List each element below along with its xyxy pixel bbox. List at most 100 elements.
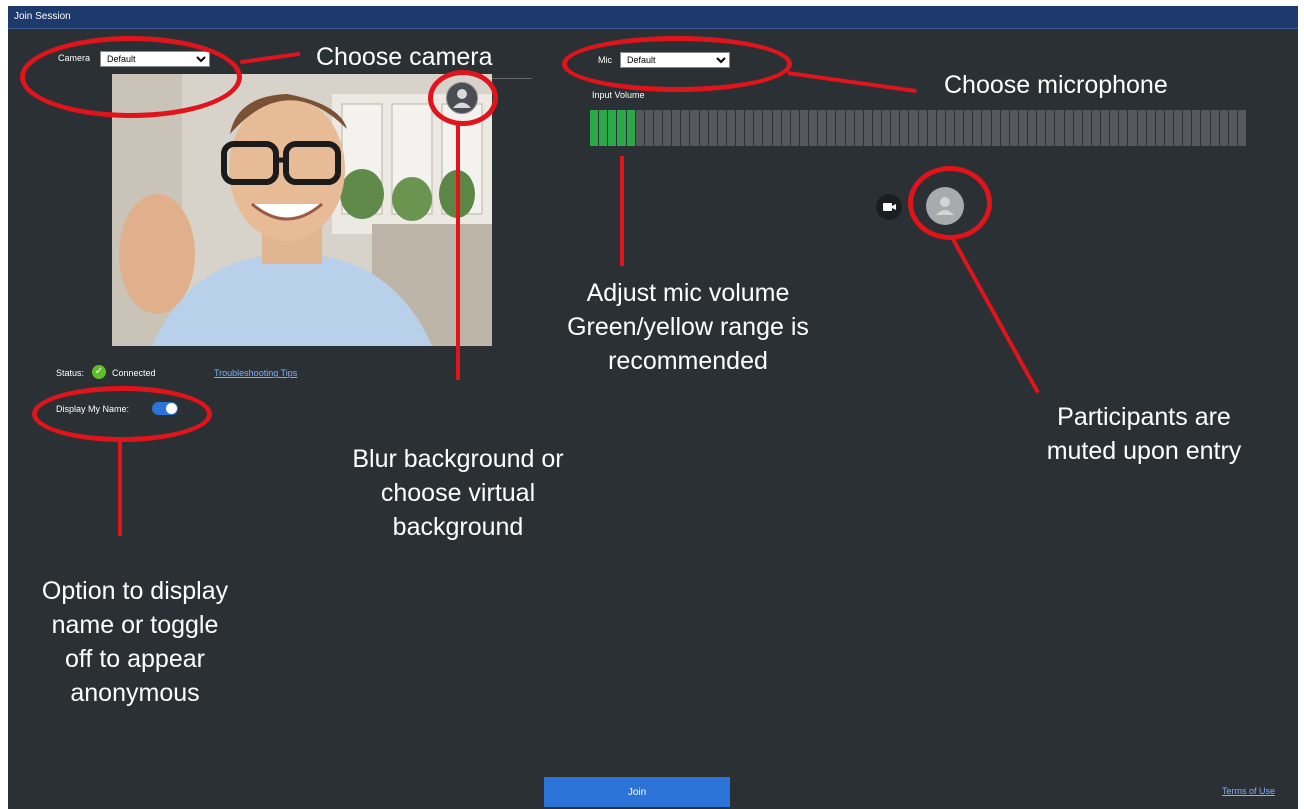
volume-meter-segment <box>1091 110 1100 146</box>
annotation-muted: Participants are muted upon entry <box>1014 400 1274 468</box>
volume-meter-segment <box>1101 110 1110 146</box>
video-camera-icon <box>883 203 896 211</box>
volume-meter-segment <box>663 110 672 146</box>
volume-meter-segment <box>1137 110 1146 146</box>
annotation-display-option-line2: name or toggle <box>51 611 219 639</box>
join-session-window: Join Session Camera Default Status: ✓ Co… <box>8 6 1298 809</box>
annotation-mic-volume-line2: Green/yellow range is <box>567 313 809 341</box>
volume-meter-segment <box>1155 110 1164 146</box>
volume-meter-segment <box>827 110 836 146</box>
annotation-line-camera <box>240 51 300 65</box>
volume-meter-segment <box>991 110 1000 146</box>
volume-meter-segment <box>909 110 918 146</box>
volume-meter-segment <box>653 110 662 146</box>
camera-off-button[interactable] <box>876 194 902 220</box>
volume-meter-segment <box>818 110 827 146</box>
volume-meter-segment <box>1082 110 1091 146</box>
volume-meter-segment <box>1064 110 1073 146</box>
volume-meter-segment <box>872 110 881 146</box>
troubleshooting-tips-link[interactable]: Troubleshooting Tips <box>214 368 297 378</box>
volume-meter-segment <box>1018 110 1027 146</box>
annotation-muted-line2: muted upon entry <box>1046 437 1242 465</box>
annotation-display-option: Option to display name or toggle off to … <box>10 574 260 710</box>
volume-meter-segment <box>863 110 872 146</box>
annotation-line-mic <box>787 71 917 94</box>
volume-meter-segment <box>781 110 790 146</box>
volume-meter-segment <box>836 110 845 146</box>
volume-meter-segment <box>617 110 626 146</box>
volume-meter-segment <box>590 110 599 146</box>
volume-meter-segment <box>754 110 763 146</box>
volume-meter-segment <box>772 110 781 146</box>
volume-meter-segment <box>644 110 653 146</box>
input-volume-meter <box>590 110 1246 146</box>
annotation-blur: Blur background or choose virtual backgr… <box>308 442 608 544</box>
annotation-line-volume <box>620 156 624 266</box>
join-button[interactable]: Join <box>544 777 730 807</box>
volume-meter-segment <box>1028 110 1037 146</box>
annotation-mic-volume: Adjust mic volume Green/yellow range is … <box>538 276 838 378</box>
volume-meter-segment <box>708 110 717 146</box>
volume-meter-segment <box>763 110 772 146</box>
volume-meter-segment <box>982 110 991 146</box>
annotation-blur-line3: background <box>392 513 524 541</box>
status-value: Connected <box>112 368 156 378</box>
volume-meter-segment <box>790 110 799 146</box>
volume-meter-segment <box>1128 110 1137 146</box>
volume-meter-segment <box>1201 110 1210 146</box>
volume-meter-segment <box>1210 110 1219 146</box>
terms-of-use-link[interactable]: Terms of Use <box>1222 786 1275 796</box>
volume-meter-segment <box>745 110 754 146</box>
volume-meter-segment <box>717 110 726 146</box>
annotation-line-muted <box>950 236 1040 394</box>
volume-meter-segment <box>1237 110 1246 146</box>
volume-meter-segment <box>1119 110 1128 146</box>
volume-meter-segment <box>973 110 982 146</box>
volume-meter-segment <box>1192 110 1201 146</box>
volume-meter-segment <box>690 110 699 146</box>
volume-meter-segment <box>1228 110 1237 146</box>
input-volume-label: Input Volume <box>592 90 645 100</box>
volume-meter-segment <box>845 110 854 146</box>
annotation-ring-mic <box>562 36 792 92</box>
annotation-blur-line1: Blur background or <box>352 445 564 473</box>
annotation-line-blur <box>456 124 460 380</box>
volume-meter-segment <box>1046 110 1055 146</box>
volume-meter-segment <box>964 110 973 146</box>
volume-meter-segment <box>672 110 681 146</box>
volume-meter-segment <box>1183 110 1192 146</box>
annotation-choose-camera: Choose camera <box>316 43 493 71</box>
volume-meter-segment <box>1009 110 1018 146</box>
volume-meter-segment <box>927 110 936 146</box>
volume-meter-segment <box>809 110 818 146</box>
volume-meter-segment <box>599 110 608 146</box>
volume-meter-segment <box>955 110 964 146</box>
connected-check-icon: ✓ <box>92 365 106 379</box>
annotation-display-option-line4: anonymous <box>70 679 200 707</box>
volume-meter-segment <box>1110 110 1119 146</box>
volume-meter-segment <box>681 110 690 146</box>
annotation-blur-line2: choose virtual <box>380 479 536 507</box>
annotation-ring-display-name <box>32 386 212 442</box>
volume-meter-segment <box>1055 110 1064 146</box>
status-label: Status: <box>56 368 85 378</box>
annotation-muted-line1: Participants are <box>1057 403 1231 431</box>
volume-meter-segment <box>635 110 644 146</box>
volume-meter-segment <box>736 110 745 146</box>
annotation-ring-blur <box>428 70 498 126</box>
annotation-ring-muted <box>908 166 992 240</box>
volume-meter-segment <box>918 110 927 146</box>
annotation-display-option-line3: off to appear <box>65 645 205 673</box>
volume-meter-segment <box>608 110 617 146</box>
volume-meter-segment <box>1219 110 1228 146</box>
volume-meter-segment <box>945 110 954 146</box>
annotation-line-display-name <box>118 440 122 536</box>
volume-meter-segment <box>882 110 891 146</box>
volume-meter-segment <box>1164 110 1173 146</box>
annotation-choose-microphone: Choose microphone <box>944 71 1168 99</box>
volume-meter-segment <box>900 110 909 146</box>
annotation-display-option-line1: Option to display <box>41 577 229 605</box>
volume-meter-segment <box>699 110 708 146</box>
volume-meter-segment <box>1000 110 1009 146</box>
volume-meter-segment <box>936 110 945 146</box>
